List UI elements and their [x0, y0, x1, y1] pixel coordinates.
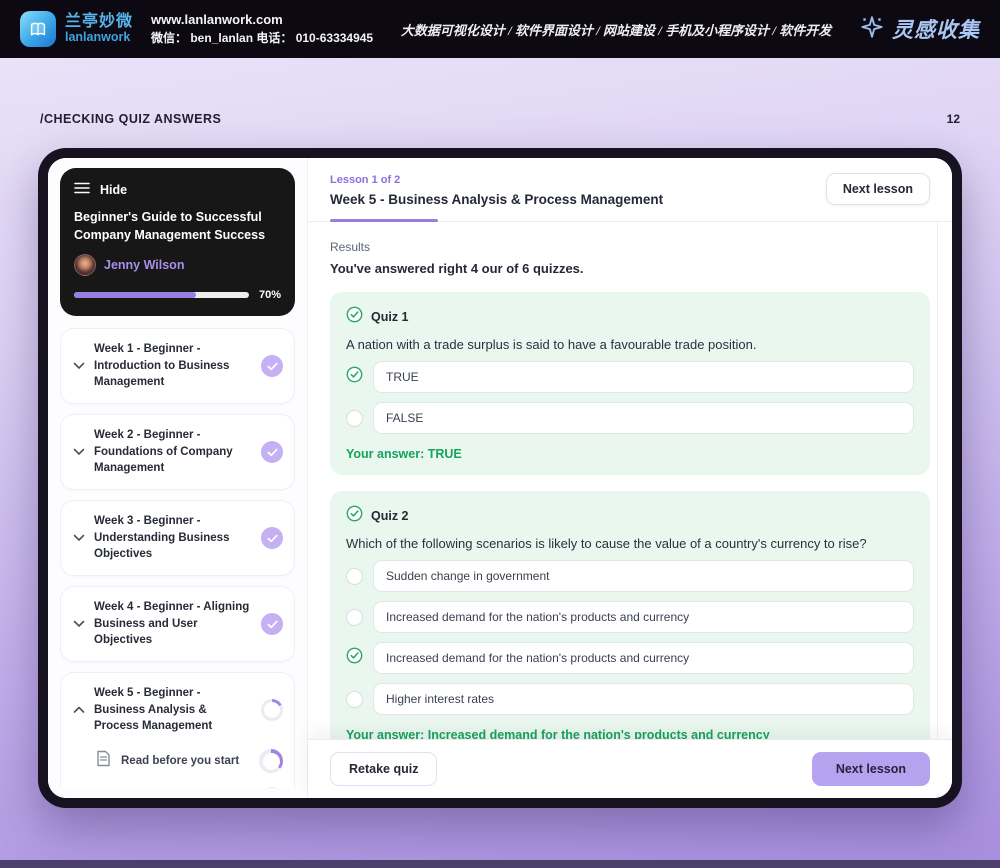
contact-line: 微信： ben_lanlan 电话： 010-63334945 — [151, 30, 374, 45]
user-name: Jenny Wilson — [104, 258, 185, 272]
next-lesson-top-button[interactable]: Next lesson — [825, 173, 930, 205]
sidebar-item-week-4[interactable]: Week 4 - Beginner - Aligning Business an… — [60, 586, 295, 663]
hide-sidebar-button[interactable]: Hide — [74, 181, 281, 199]
hide-label: Hide — [100, 183, 128, 197]
collect-logo: 灵感收集 — [859, 14, 980, 45]
option-text: FALSE — [373, 402, 914, 434]
green-check-circle-icon — [346, 505, 363, 527]
stage-background: /CHECKING QUIZ ANSWERS 12 Hide Beginner'… — [0, 58, 1000, 868]
lesson-header: Lesson 1 of 2 Week 5 - Business Analysis… — [308, 158, 952, 222]
chevron-down-icon[interactable] — [72, 534, 85, 542]
quiz-option[interactable]: TRUE — [346, 361, 914, 393]
results-summary: You've answered right 4 our of 6 quizzes… — [330, 261, 584, 276]
quiz-question: A nation with a trade surplus is said to… — [346, 337, 757, 352]
brand-name-cn: 兰亭妙微 — [65, 13, 134, 31]
quiz-option[interactable]: Increased demand for the nation's produc… — [346, 642, 914, 674]
brand-name-en: lanlanwork — [65, 29, 131, 44]
sparkle-star-icon — [859, 14, 885, 45]
sidebar-subitem-read-before-you-start[interactable]: Read before you start — [72, 749, 283, 774]
course-progress: 70% — [74, 289, 281, 301]
lesson-footer: Retake quiz Next lesson — [308, 739, 952, 798]
week-complete-badge — [261, 527, 283, 550]
lesson-main-panel: Lesson 1 of 2 Week 5 - Business Analysis… — [308, 158, 952, 798]
week-label: Week 4 - Beginner - Aligning Business an… — [94, 601, 250, 647]
avatar — [74, 254, 96, 276]
quiz-option[interactable]: FALSE — [346, 402, 914, 434]
brand-logo: 兰亭妙微 lanlanwork — [20, 11, 133, 47]
sidebar-item-week-5[interactable]: Week 5 - Beginner - Business Analysis & … — [60, 672, 295, 788]
week-list: Week 1 - Beginner - Introduction to Busi… — [60, 328, 295, 788]
radio-circle-icon — [346, 567, 363, 585]
device-frame: Hide Beginner's Guide to Successful Comp… — [38, 148, 962, 808]
option-text: TRUE — [373, 361, 914, 393]
lesson-progress-ring — [259, 749, 283, 774]
sidebar-item-week-3[interactable]: Week 3 - Beginner - Understanding Busine… — [60, 500, 295, 577]
option-text: Increased demand for the nation's produc… — [373, 642, 914, 674]
your-answer-line: Your answer: TRUE — [346, 447, 462, 461]
services-list: 大数据可视化设计 / 软件界面设计 / 网站建设 / 手机及小程序设计 / 软件… — [400, 22, 832, 38]
week-complete-badge — [261, 613, 283, 636]
quiz-option[interactable]: Sudden change in government — [346, 560, 914, 592]
page-number: 12 — [946, 112, 960, 126]
chevron-down-icon[interactable] — [72, 362, 85, 370]
option-text: Higher interest rates — [373, 683, 914, 715]
radio-circle-icon — [346, 690, 363, 708]
week-progress-ring — [261, 699, 283, 722]
week-label: Week 1 - Beginner - Introduction to Busi… — [94, 343, 230, 389]
progress-track — [74, 292, 249, 298]
website-url: www.lanlanwork.com — [151, 12, 283, 28]
sidebar-subitem-lesson1-module1[interactable]: ? Lesson1_Module1 — [72, 787, 283, 788]
progress-fill — [74, 292, 197, 298]
quiz-name: Quiz 2 — [371, 509, 409, 523]
radio-circle-icon — [346, 608, 363, 626]
retake-quiz-button[interactable]: Retake quiz — [330, 752, 438, 786]
bottom-strip — [0, 860, 1000, 868]
scrollbar-track[interactable] — [937, 222, 938, 798]
sidebar-item-week-2[interactable]: Week 2 - Beginner - Foundations of Compa… — [60, 414, 295, 491]
quiz-card-1: Quiz 1 A nation with a trade surplus is … — [330, 292, 930, 475]
quiz-option[interactable]: Increased demand for the nation's produc… — [346, 601, 914, 633]
week-label: Week 5 - Beginner - Business Analysis & … — [94, 687, 213, 733]
results-label: Results — [330, 240, 371, 254]
option-text: Increased demand for the nation's produc… — [373, 601, 914, 633]
quiz-question: Which of the following scenarios is like… — [346, 536, 867, 551]
next-lesson-button[interactable]: Next lesson — [811, 752, 930, 786]
todo-circle — [261, 787, 283, 788]
app-window: Hide Beginner's Guide to Successful Comp… — [48, 158, 952, 798]
document-icon — [96, 750, 111, 772]
sidebar-item-week-1[interactable]: Week 1 - Beginner - Introduction to Busi… — [60, 328, 295, 405]
chevron-down-icon[interactable] — [72, 448, 85, 456]
week-complete-badge — [261, 355, 283, 377]
week-complete-badge — [261, 441, 283, 464]
contact-block: www.lanlanwork.com 微信： ben_lanlan 电话： 01… — [151, 12, 374, 45]
green-check-circle-icon — [346, 366, 363, 388]
option-text: Sudden change in government — [373, 560, 914, 592]
user-row: Jenny Wilson — [74, 254, 281, 276]
quiz-results-content[interactable]: Results You've answered right 4 our of 6… — [308, 222, 952, 798]
week-label: Week 3 - Beginner - Understanding Busine… — [94, 515, 230, 561]
book-logo-icon — [20, 11, 56, 47]
week-label: Week 2 - Beginner - Foundations of Compa… — [94, 429, 233, 475]
subitem-label: Read before you start — [121, 755, 240, 768]
radio-circle-icon — [346, 409, 363, 427]
quiz-option[interactable]: Higher interest rates — [346, 683, 914, 715]
progress-percent: 70% — [258, 289, 281, 301]
course-sidebar: Hide Beginner's Guide to Successful Comp… — [48, 158, 308, 798]
collect-label: 灵感收集 — [892, 18, 980, 42]
chevron-down-icon[interactable] — [72, 620, 85, 628]
page-header: 兰亭妙微 lanlanwork www.lanlanwork.com 微信： b… — [0, 0, 1000, 58]
chevron-up-icon[interactable] — [72, 706, 85, 714]
page-caption: /CHECKING QUIZ ANSWERS — [40, 112, 222, 126]
course-summary-card: Hide Beginner's Guide to Successful Comp… — [60, 168, 295, 316]
green-check-circle-icon — [346, 306, 363, 328]
quiz-name: Quiz 1 — [371, 310, 409, 324]
green-check-circle-icon — [346, 647, 363, 669]
hamburger-menu-icon[interactable] — [74, 181, 90, 199]
course-title: Beginner's Guide to Successful Company M… — [74, 210, 266, 242]
